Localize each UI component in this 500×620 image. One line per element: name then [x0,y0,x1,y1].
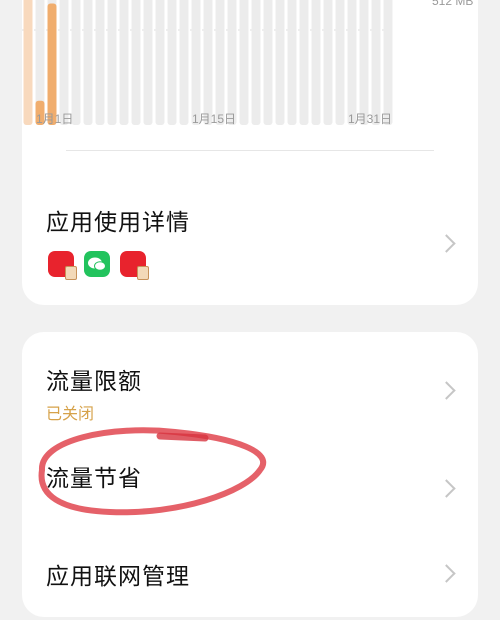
day-bar-background [227,0,237,125]
y-axis-max-label: 512 MB [432,0,474,8]
data-limit-row[interactable]: 流量限额 已关闭 [22,332,478,432]
day-bar-background [323,0,333,125]
day-bar-background [83,0,93,125]
data-saver-title: 流量节省 [46,465,142,491]
day-bar-background [287,0,297,125]
day-bar-background [239,0,249,125]
app-network-management-title: 应用联网管理 [46,563,190,589]
day-bar-background [179,0,189,125]
day-bar-background [119,0,129,125]
day-bar-background [155,0,165,125]
day-bar-background [371,0,381,125]
day-bar-background [191,0,201,125]
day-bar-background [167,0,177,125]
day-bar-background [215,0,225,125]
day-bar-background [131,0,141,125]
day-bar-background [251,0,261,125]
data-limit-title: 流量限额 [46,368,142,394]
red-app-icon [48,251,77,280]
day-bar-background [59,0,69,125]
day-bar-background [71,0,81,125]
day-bar-background [335,0,345,125]
day-bar-background [263,0,273,125]
day-bar-usage [23,0,33,125]
day-bar-background [275,0,285,125]
app-usage-details-row[interactable]: 应用使用详情 [22,165,478,285]
day-bar-background [95,0,105,125]
app-usage-title: 应用使用详情 [46,209,190,235]
x-tick-end: 1月31日 [348,112,393,126]
chevron-right-icon [437,381,456,400]
day-bar-background [143,0,153,125]
day-bar-background [203,0,213,125]
chevron-right-icon [437,479,456,498]
day-bar-usage [47,3,57,125]
red-app-icon [120,251,149,280]
usage-card: 512 MB 1月1日 1月15日 1月31日 应用使用详情 [22,0,478,305]
divider [66,150,434,151]
day-bar-background [359,0,369,125]
chevron-right-icon [437,234,456,253]
app-network-management-row[interactable]: 应用联网管理 [22,527,478,617]
x-tick-start: 1月1日 [36,112,74,126]
x-tick-mid: 1月15日 [192,112,237,126]
day-bar-background [299,0,309,125]
daily-usage-chart [22,0,394,125]
day-bar-background [347,0,357,125]
data-saver-row[interactable]: 流量节省 [22,432,478,527]
day-bar-background [311,0,321,125]
wechat-icon [84,251,110,277]
day-bar-background [383,0,393,125]
chevron-right-icon [437,564,456,583]
day-bar-background [107,0,117,125]
settings-card: 流量限额 已关闭 流量节省 应用联网管理 [22,332,478,617]
data-limit-status: 已关闭 [46,406,95,423]
